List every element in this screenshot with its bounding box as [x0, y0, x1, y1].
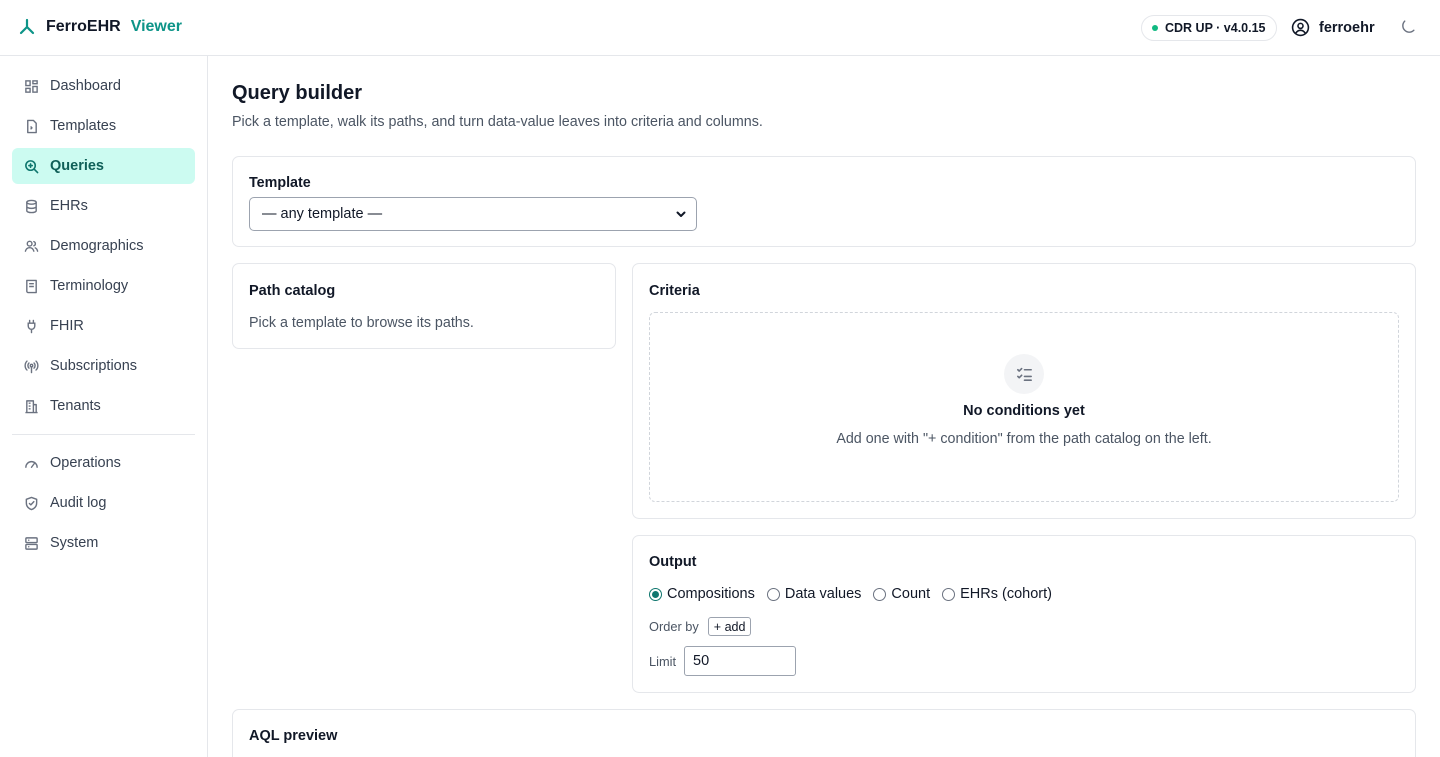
template-icon	[27, 119, 37, 133]
sidebar-item-queries[interactable]: Queries	[12, 148, 195, 184]
theme-toggle-button[interactable]	[1398, 18, 1418, 38]
output-type-group: Compositions Data values Count EHRs (coh…	[649, 586, 1052, 602]
radio-label: EHRs (cohort)	[960, 586, 1052, 602]
brand-suffix: Viewer	[130, 18, 182, 35]
brand-name: FerroEHR	[46, 18, 121, 35]
shield-icon	[25, 496, 38, 510]
sidebar-item-label: Subscriptions	[50, 358, 138, 374]
template-card: Template — any template —	[232, 156, 1416, 247]
sidebar-item-label: System	[50, 535, 99, 551]
output-card: Output Compositions Data values Count EH…	[632, 535, 1416, 693]
output-option-count[interactable]: Count	[873, 586, 930, 602]
sidebar-item-tenants[interactable]: Tenants	[12, 388, 195, 424]
add-order-button[interactable]: + add	[707, 617, 752, 636]
sidebar-item-subscriptions[interactable]: Subscriptions	[12, 348, 195, 384]
sidebar-item-label: Templates	[50, 118, 117, 134]
sidebar-item-templates[interactable]: Templates	[12, 108, 195, 144]
sidebar-item-label: Operations	[50, 455, 121, 471]
dashboard-icon	[25, 79, 38, 93]
output-option-compositions[interactable]: Compositions	[649, 586, 755, 602]
criteria-title: Criteria	[649, 283, 700, 299]
status-text: CDR UP · v4.0.15	[1165, 21, 1266, 35]
radio-label: Compositions	[667, 586, 755, 602]
main-content: Query builder Pick a template, walk its …	[208, 56, 1440, 757]
sidebar-item-label: Dashboard	[50, 78, 121, 94]
output-title: Output	[649, 554, 697, 570]
path-catalog-help: Pick a template to browse its paths.	[249, 315, 474, 331]
limit-row: Limit 50	[649, 646, 797, 676]
order-by-row: Order by + add	[649, 617, 752, 636]
template-select-value: — any template —	[262, 206, 383, 222]
limit-input[interactable]: 50	[684, 646, 797, 676]
radio-selected[interactable]	[649, 587, 662, 601]
network-logo-icon	[19, 18, 35, 35]
users-icon	[24, 240, 39, 252]
path-catalog-card: Path catalog Pick a template to browse i…	[232, 263, 616, 349]
criteria-card: Criteria No conditions yet Add one with …	[632, 263, 1416, 519]
checklist-icon	[1004, 354, 1044, 394]
book-icon	[26, 279, 37, 293]
output-option-ehrs-cohort[interactable]: EHRs (cohort)	[942, 586, 1052, 602]
database-icon	[26, 199, 37, 213]
sidebar-item-label: EHRs	[50, 198, 88, 214]
broadcast-icon	[24, 359, 39, 373]
sidebar-item-system[interactable]: System	[12, 525, 195, 561]
radio-unselected[interactable]	[766, 587, 780, 601]
status-dot	[1152, 25, 1158, 31]
aql-preview-title: AQL preview	[249, 728, 338, 744]
sidebar-item-label: Queries	[50, 158, 104, 174]
radio-unselected[interactable]	[873, 587, 887, 601]
chevron-down-icon	[676, 211, 686, 217]
plug-icon	[27, 319, 36, 333]
building-icon	[25, 399, 38, 413]
sidebar-item-label: Tenants	[50, 398, 101, 414]
criteria-empty-state: No conditions yet Add one with "+ condit…	[649, 312, 1399, 502]
top-bar: FerroEHR Viewer CDR UP · v4.0.15 ferroehr	[0, 0, 1440, 56]
username: ferroehr	[1319, 19, 1375, 36]
user-circle-icon	[1291, 18, 1310, 37]
aql-preview-card: AQL preview	[232, 709, 1416, 757]
template-label: Template	[249, 175, 311, 191]
server-icon	[25, 536, 38, 550]
sidebar-item-terminology[interactable]: Terminology	[12, 268, 195, 304]
moon-icon	[1402, 20, 1415, 33]
order-by-label: Order by	[649, 619, 699, 634]
sidebar-item-demographics[interactable]: Demographics	[12, 228, 195, 264]
empty-description: Add one with "+ condition" from the path…	[836, 431, 1212, 447]
sidebar: Dashboard Templates Queries EHRs Demogra…	[0, 56, 208, 757]
sidebar-item-dashboard[interactable]: Dashboard	[12, 68, 195, 104]
user-menu[interactable]: ferroehr	[1291, 18, 1375, 37]
path-catalog-title: Path catalog	[249, 283, 336, 299]
sidebar-item-label: Terminology	[50, 278, 129, 294]
page-title: Query builder	[232, 82, 363, 104]
sidebar-divider	[12, 434, 195, 435]
limit-label: Limit	[649, 653, 677, 669]
sidebar-item-ehrs[interactable]: EHRs	[12, 188, 195, 224]
radio-label: Data values	[784, 586, 862, 602]
cdr-status-badge: CDR UP · v4.0.15	[1141, 15, 1277, 41]
radio-unselected[interactable]	[942, 587, 956, 601]
page-subtitle: Pick a template, walk its paths, and tur…	[232, 114, 763, 130]
sidebar-item-label: FHIR	[50, 318, 84, 334]
sidebar-item-label: Demographics	[50, 238, 144, 254]
brand-logo[interactable]: FerroEHR Viewer	[18, 18, 182, 36]
empty-title: No conditions yet	[963, 403, 1085, 419]
template-select[interactable]: — any template —	[249, 197, 697, 231]
output-option-data-values[interactable]: Data values	[766, 586, 862, 602]
sidebar-item-fhir[interactable]: FHIR	[12, 308, 195, 344]
query-icon	[25, 159, 39, 173]
sidebar-item-operations[interactable]: Operations	[12, 445, 195, 481]
sidebar-item-audit-log[interactable]: Audit log	[12, 485, 195, 521]
gauge-icon	[25, 460, 38, 468]
sidebar-item-label: Audit log	[50, 495, 107, 511]
radio-label: Count	[891, 586, 931, 602]
